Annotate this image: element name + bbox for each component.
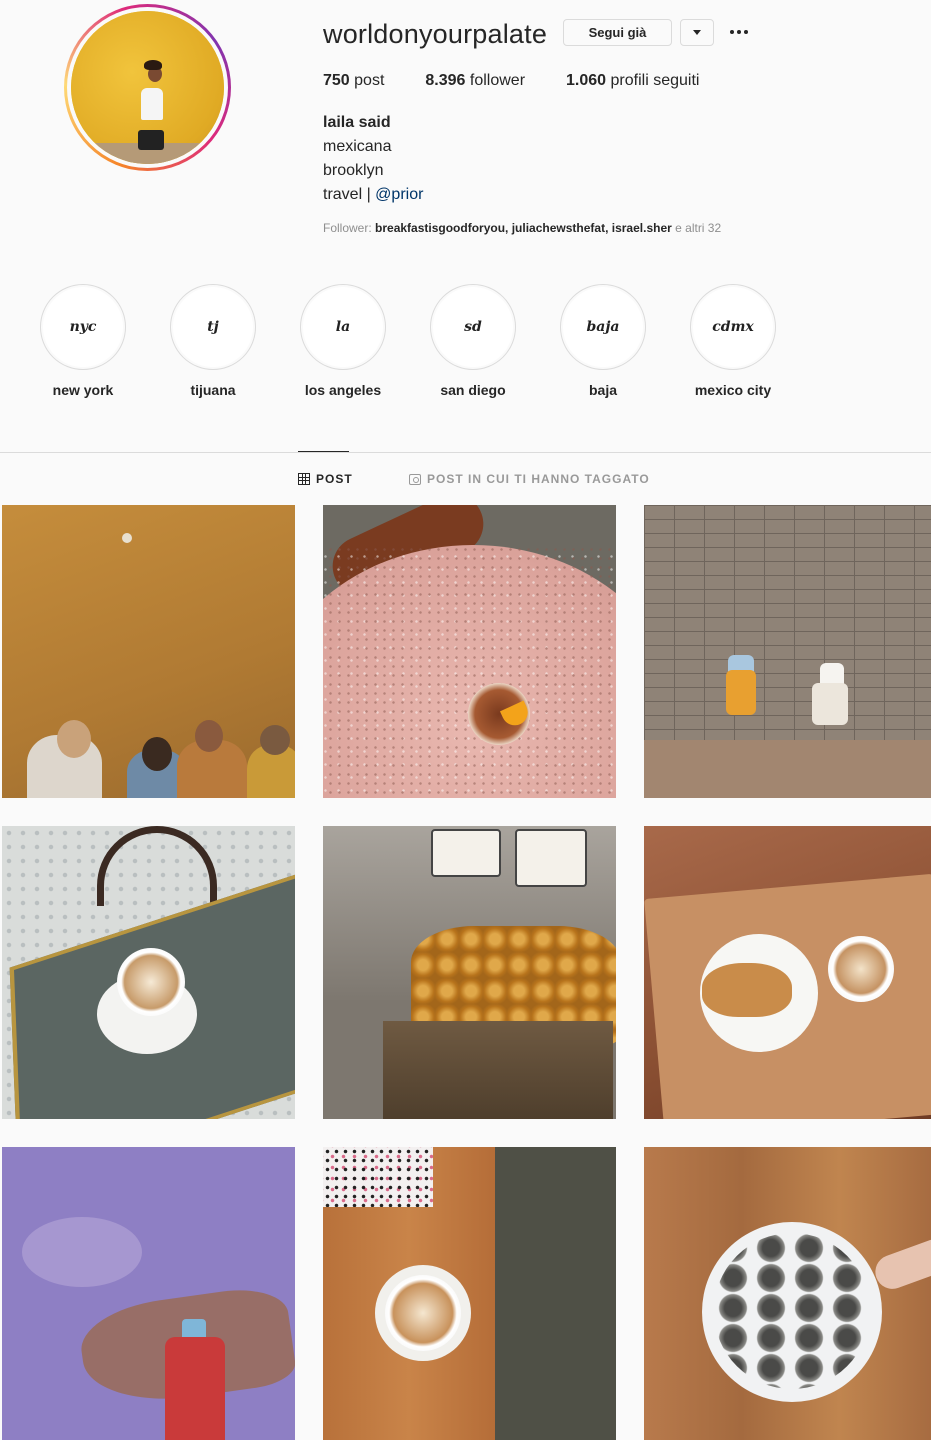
avatar-frame: [67, 7, 228, 168]
profile-avatar[interactable]: [64, 4, 231, 171]
avatar-image: [71, 11, 224, 164]
post-thumbnail-3[interactable]: [644, 505, 931, 798]
highlight-san-diego[interactable]: sd san diego: [430, 284, 516, 398]
posts-count: 750 post: [323, 72, 385, 89]
chevron-down-icon: [693, 30, 701, 35]
followed-by-note[interactable]: Follower: breakfastisgoodforyou, juliach…: [323, 221, 721, 235]
highlight-cover: nyc: [40, 284, 126, 370]
profile-username: worldonyourpalate: [323, 19, 548, 49]
profile-full-name: laila said: [323, 114, 391, 131]
post-thumbnail-8[interactable]: [323, 1147, 616, 1440]
bio-line-3: travel | @prior: [323, 186, 424, 203]
post-thumbnail-7[interactable]: [2, 1147, 295, 1440]
highlight-label: san diego: [440, 382, 506, 398]
tagged-user-icon: [409, 473, 421, 485]
highlight-baja[interactable]: baja baja: [560, 284, 646, 398]
highlight-label: tijuana: [190, 382, 236, 398]
following-button[interactable]: Segui già: [563, 19, 672, 46]
highlight-label: mexico city: [694, 382, 772, 398]
highlight-new-york[interactable]: nyc new york: [40, 284, 126, 398]
grid-icon: [298, 473, 310, 485]
post-thumbnail-5[interactable]: [323, 826, 616, 1119]
tab-tagged-label: POST IN CUI TI HANNO TAGGATO: [427, 472, 650, 486]
bio-mention-link[interactable]: @prior: [375, 186, 423, 203]
following-count-link[interactable]: 1.060 profili seguiti: [566, 72, 699, 90]
highlight-cover: sd: [430, 284, 516, 370]
followers-count-link[interactable]: 8.396 follower: [425, 72, 525, 90]
more-options-icon[interactable]: [728, 22, 750, 42]
highlight-los-angeles[interactable]: la los angeles: [300, 284, 386, 398]
active-tab-indicator: [298, 451, 349, 452]
highlight-label: baja: [588, 382, 617, 398]
highlight-mexico-city[interactable]: cdmx mexico city: [690, 284, 776, 398]
tab-posts-label: POST: [316, 472, 353, 486]
highlight-cover: tj: [170, 284, 256, 370]
post-thumbnail-2[interactable]: [323, 505, 616, 798]
tab-posts[interactable]: POST: [298, 472, 353, 486]
highlight-cover: la: [300, 284, 386, 370]
tab-tagged[interactable]: POST IN CUI TI HANNO TAGGATO: [409, 472, 650, 486]
post-thumbnail-4[interactable]: [2, 826, 295, 1119]
post-thumbnail-9[interactable]: [644, 1147, 931, 1440]
highlight-cover: baja: [560, 284, 646, 370]
highlight-label: new york: [52, 382, 114, 398]
highlight-label: los angeles: [304, 382, 382, 398]
highlight-cover: cdmx: [690, 284, 776, 370]
bio-line-2: brooklyn: [323, 162, 384, 179]
highlight-tijuana[interactable]: tj tijuana: [170, 284, 256, 398]
post-thumbnail-6[interactable]: [644, 826, 931, 1119]
tabs-divider: [0, 452, 931, 453]
bio-line-1: mexicana: [323, 138, 392, 155]
post-thumbnail-1[interactable]: [2, 505, 295, 798]
suggestions-dropdown-button[interactable]: [680, 19, 714, 46]
profile-stats: 750 post 8.396 follower 1.060 profili se…: [323, 72, 740, 90]
